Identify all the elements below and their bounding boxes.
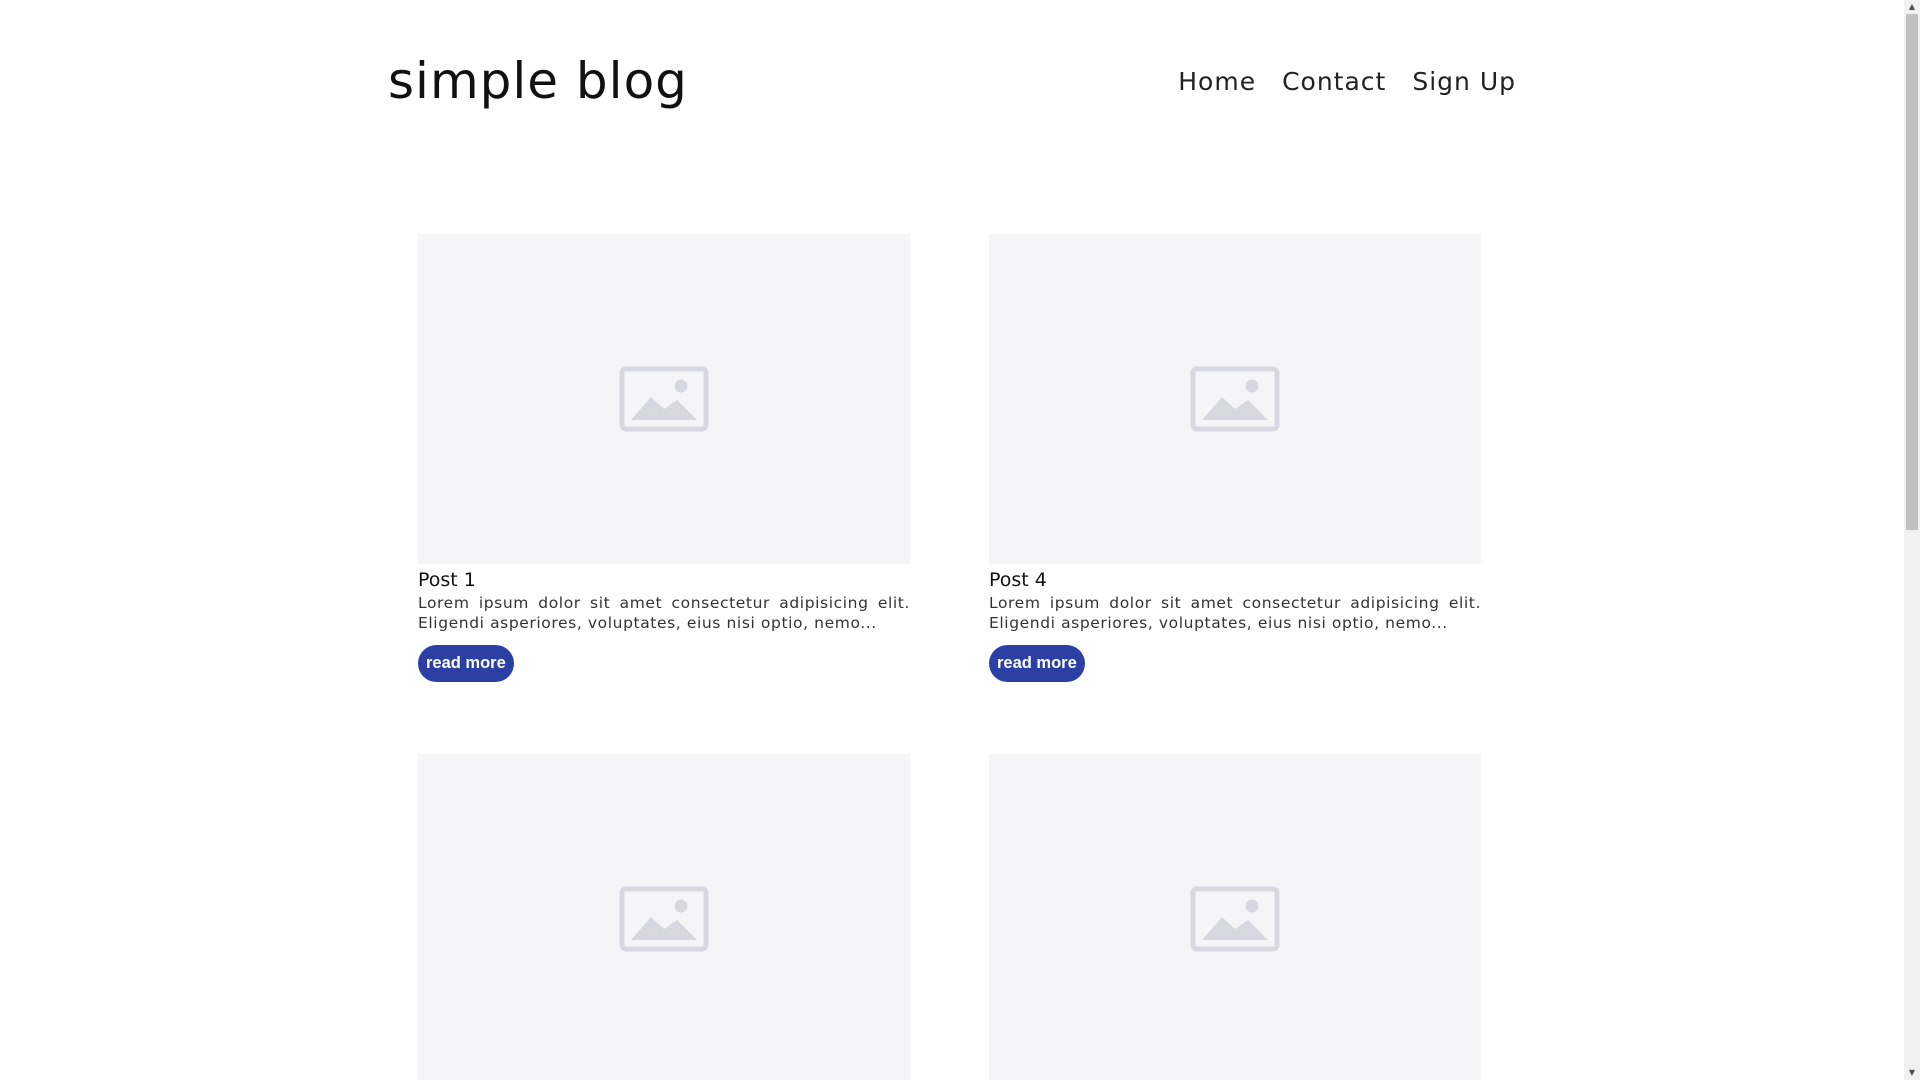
image-placeholder-icon [619, 886, 709, 952]
post-thumbnail[interactable] [989, 754, 1481, 1080]
scroll-up-arrow-icon[interactable]: ▲ [1904, 0, 1920, 14]
browser-viewport: simple blog Home Contact Sign Up Post 1 … [0, 0, 1920, 1080]
post-thumbnail[interactable] [418, 754, 910, 1080]
vertical-scrollbar[interactable]: ▲ ▼ [1904, 0, 1920, 1080]
post-thumbnail[interactable] [418, 234, 910, 564]
main-nav: Home Contact Sign Up [1178, 67, 1516, 96]
post-card: Post 4 Lorem ipsum dolor sit amet consec… [989, 234, 1481, 682]
post-thumbnail[interactable] [989, 234, 1481, 564]
nav-signup-link[interactable]: Sign Up [1412, 67, 1516, 96]
post-card [418, 754, 910, 1080]
post-card: Post 1 Lorem ipsum dolor sit amet consec… [418, 234, 910, 682]
site-title[interactable]: simple blog [388, 52, 688, 110]
nav-contact-link[interactable]: Contact [1282, 67, 1386, 96]
image-placeholder-icon [1190, 886, 1280, 952]
read-more-button[interactable]: read more [989, 645, 1085, 682]
scrollbar-thumb[interactable] [1906, 14, 1918, 530]
blog-page: simple blog Home Contact Sign Up Post 1 … [0, 0, 1904, 1080]
scroll-down-arrow-icon[interactable]: ▼ [1904, 1066, 1920, 1080]
post-title[interactable]: Post 4 [989, 569, 1481, 591]
post-excerpt: Lorem ipsum dolor sit amet consectetur a… [989, 594, 1481, 632]
post-title[interactable]: Post 1 [418, 569, 910, 591]
image-placeholder-icon [1190, 366, 1280, 432]
read-more-button[interactable]: read more [418, 645, 514, 682]
post-card [989, 754, 1481, 1080]
site-header: simple blog Home Contact Sign Up [388, 46, 1516, 116]
image-placeholder-icon [619, 366, 709, 432]
post-excerpt: Lorem ipsum dolor sit amet consectetur a… [418, 594, 910, 632]
nav-home-link[interactable]: Home [1178, 67, 1256, 96]
